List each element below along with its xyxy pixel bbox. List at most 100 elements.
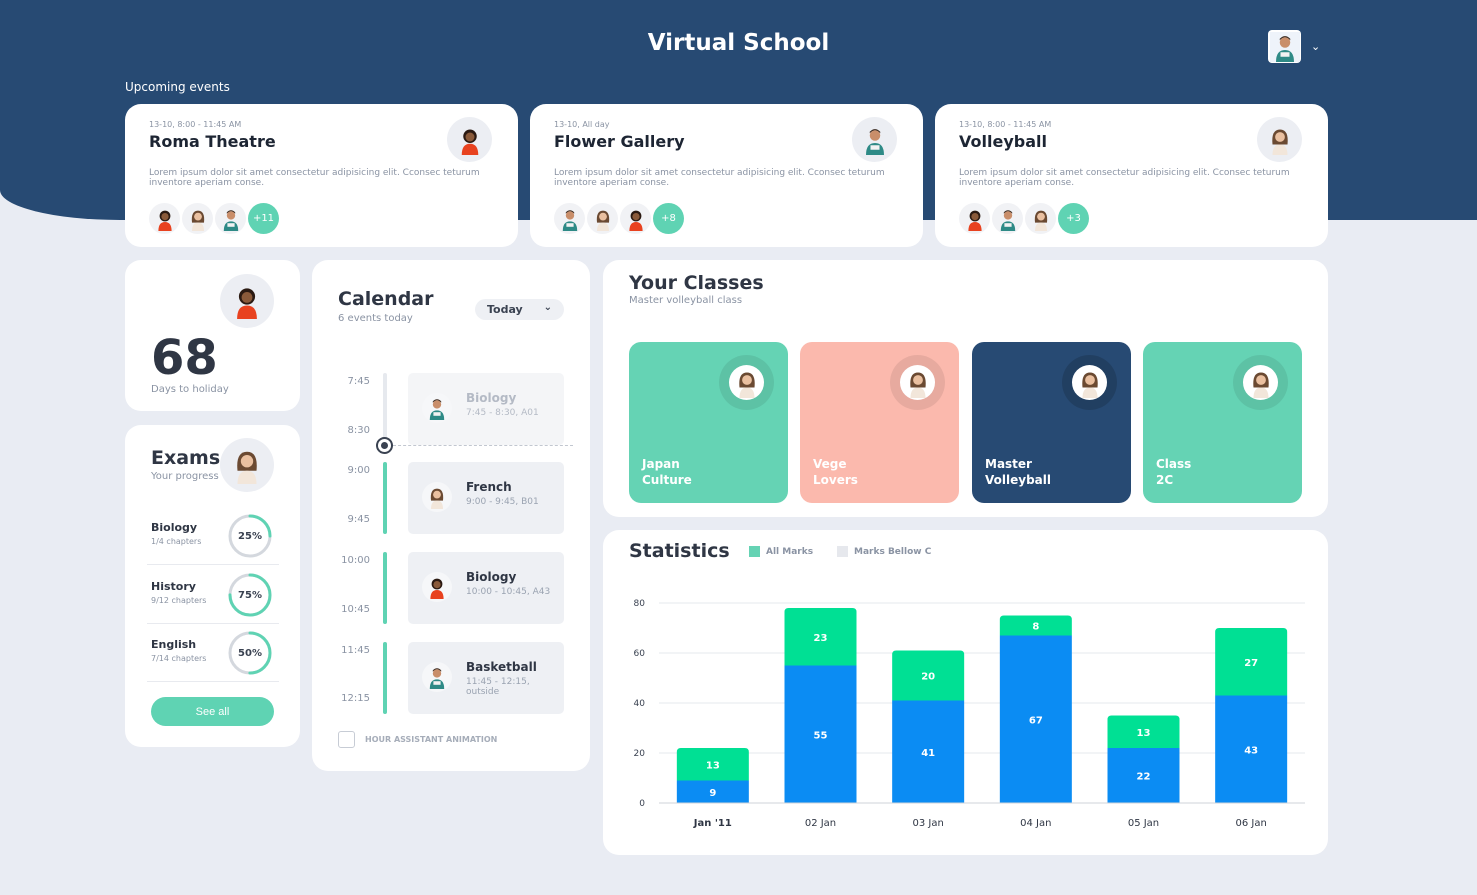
date-filter-dropdown[interactable]: Today ⌄ [475,299,564,320]
event-time: 13-10, 8:00 - 11:45 AM [959,120,1052,129]
data-label: 43 [1244,745,1258,756]
calendar-event-name: Basketball [466,660,537,674]
chevron-down-icon[interactable]: ⌄ [1311,40,1320,53]
attendee-avatar [215,203,246,234]
time-label: 10:45 [341,604,370,615]
y-tick-label: 20 [634,749,646,759]
calendar-event-time: 9:00 - 9:45, B01 [466,497,539,507]
exams-title: Exams [151,447,221,469]
timeline-bar [383,642,387,714]
data-label: 23 [814,633,828,644]
attendee-list: +3 [959,203,1089,234]
attendee-avatar [959,203,990,234]
calendar-event-time: 10:00 - 10:45, A43 [466,587,551,597]
teacher-avatar [422,572,452,602]
calendar-event[interactable]: Biology 7:45 - 8:30, A01 [408,373,564,445]
user-avatar[interactable] [1268,30,1301,63]
class-tile[interactable]: Class 2C [1143,342,1302,503]
class-tile[interactable]: Master Volleyball [972,342,1131,503]
calendar-card: Calendar 6 events today Today ⌄ 7:45 8:3… [312,260,590,771]
data-label: 8 [1032,622,1039,633]
data-label: 20 [921,672,935,683]
exams-card: Exams Your progress Biology 1/4 chapters… [125,425,300,747]
data-label: 9 [709,788,716,799]
attendee-list: +11 [149,203,279,234]
time-label: 10:00 [341,555,370,566]
calendar-event[interactable]: Biology 10:00 - 10:45, A43 [408,552,564,624]
timeline-bar [383,552,387,624]
current-time-marker [376,437,393,454]
exam-progress-value: 75% [238,589,262,601]
class-name: Vege Lovers [813,457,858,487]
timeline-bar [383,462,387,534]
x-tick-label: 04 Jan [1020,818,1051,829]
class-tile[interactable]: Vege Lovers [800,342,959,503]
exam-name: History [151,580,196,593]
hour-assistant-checkbox[interactable] [338,731,355,748]
app-title: Virtual School [647,30,830,56]
exam-chapters: 7/14 chapters [151,654,207,663]
event-card-volleyball[interactable]: 13-10, 8:00 - 11:45 AM Volleyball Lorem … [935,104,1328,247]
classes-title: Your Classes [629,272,764,294]
teacher-avatar [422,482,452,512]
y-tick-label: 0 [639,799,645,809]
classes-card: Your Classes Master volleyball class Jap… [603,260,1328,517]
class-tile[interactable]: Japan Culture [629,342,788,503]
event-card-roma-theatre[interactable]: 13-10, 8:00 - 11:45 AM Roma Theatre Lore… [125,104,518,247]
data-label: 27 [1244,658,1258,669]
calendar-title: Calendar [338,288,434,310]
attendee-avatar [149,203,180,234]
current-time-line [393,445,573,446]
classes-subtitle: Master volleyball class [629,295,743,306]
event-time: 13-10, 8:00 - 11:45 AM [149,120,242,129]
time-label: 11:45 [341,645,370,656]
attendee-avatar [554,203,585,234]
data-label: 22 [1137,772,1151,783]
more-attendees-badge[interactable]: +11 [248,203,279,234]
user-menu[interactable]: ⌄ [1268,30,1320,63]
calendar-event-time: 7:45 - 8:30, A01 [466,408,539,418]
event-title: Volleyball [959,132,1047,151]
chevron-down-icon: ⌄ [543,302,552,313]
host-avatar [852,117,897,162]
y-tick-label: 60 [634,649,646,659]
calendar-subtitle: 6 events today [338,313,413,324]
class-name: Master Volleyball [985,457,1051,487]
data-label: 41 [921,748,935,759]
see-all-button[interactable]: See all [151,697,274,726]
date-filter-value: Today [487,303,523,316]
hour-assistant-toggle[interactable]: HOUR ASSISTANT ANIMATION [338,731,497,748]
calendar-event-name: Biology [466,391,517,405]
exams-subtitle: Your progress [151,471,219,482]
exam-row-history[interactable]: History 9/12 chapters 75% [147,568,279,624]
calendar-event-name: Biology [466,570,517,584]
event-description: Lorem ipsum dolor sit amet consectetur a… [959,168,1290,188]
teacher-avatar [422,393,452,423]
exam-chapters: 1/4 chapters [151,537,202,546]
event-title: Roma Theatre [149,132,276,151]
x-tick-label: 03 Jan [913,818,944,829]
event-card-flower-gallery[interactable]: 13-10, All day Flower Gallery Lorem ipsu… [530,104,923,247]
more-attendees-badge[interactable]: +8 [653,203,684,234]
teacher-avatar [422,662,452,692]
data-label: 13 [1137,728,1151,739]
teacher-avatar [1233,355,1288,410]
host-avatar [447,117,492,162]
calendar-event[interactable]: French 9:00 - 9:45, B01 [408,462,564,534]
class-name: Japan Culture [642,457,692,487]
event-title: Flower Gallery [554,132,685,151]
exam-row-biology[interactable]: Biology 1/4 chapters 25% [147,509,279,565]
calendar-event[interactable]: Basketball 11:45 - 12:15, outside [408,642,564,714]
student-avatar [220,438,274,492]
data-label: 55 [814,730,828,741]
exam-row-english[interactable]: English 7/14 chapters 50% [147,626,279,682]
exam-name: Biology [151,521,198,534]
exam-progress-value: 25% [238,530,262,542]
timeline-bar [383,373,387,445]
class-name: Class 2C [1156,457,1192,487]
y-tick-label: 80 [634,599,646,609]
exam-progress-value: 50% [238,647,262,659]
more-attendees-badge[interactable]: +3 [1058,203,1089,234]
attendee-avatar [1025,203,1056,234]
attendee-avatar [620,203,651,234]
